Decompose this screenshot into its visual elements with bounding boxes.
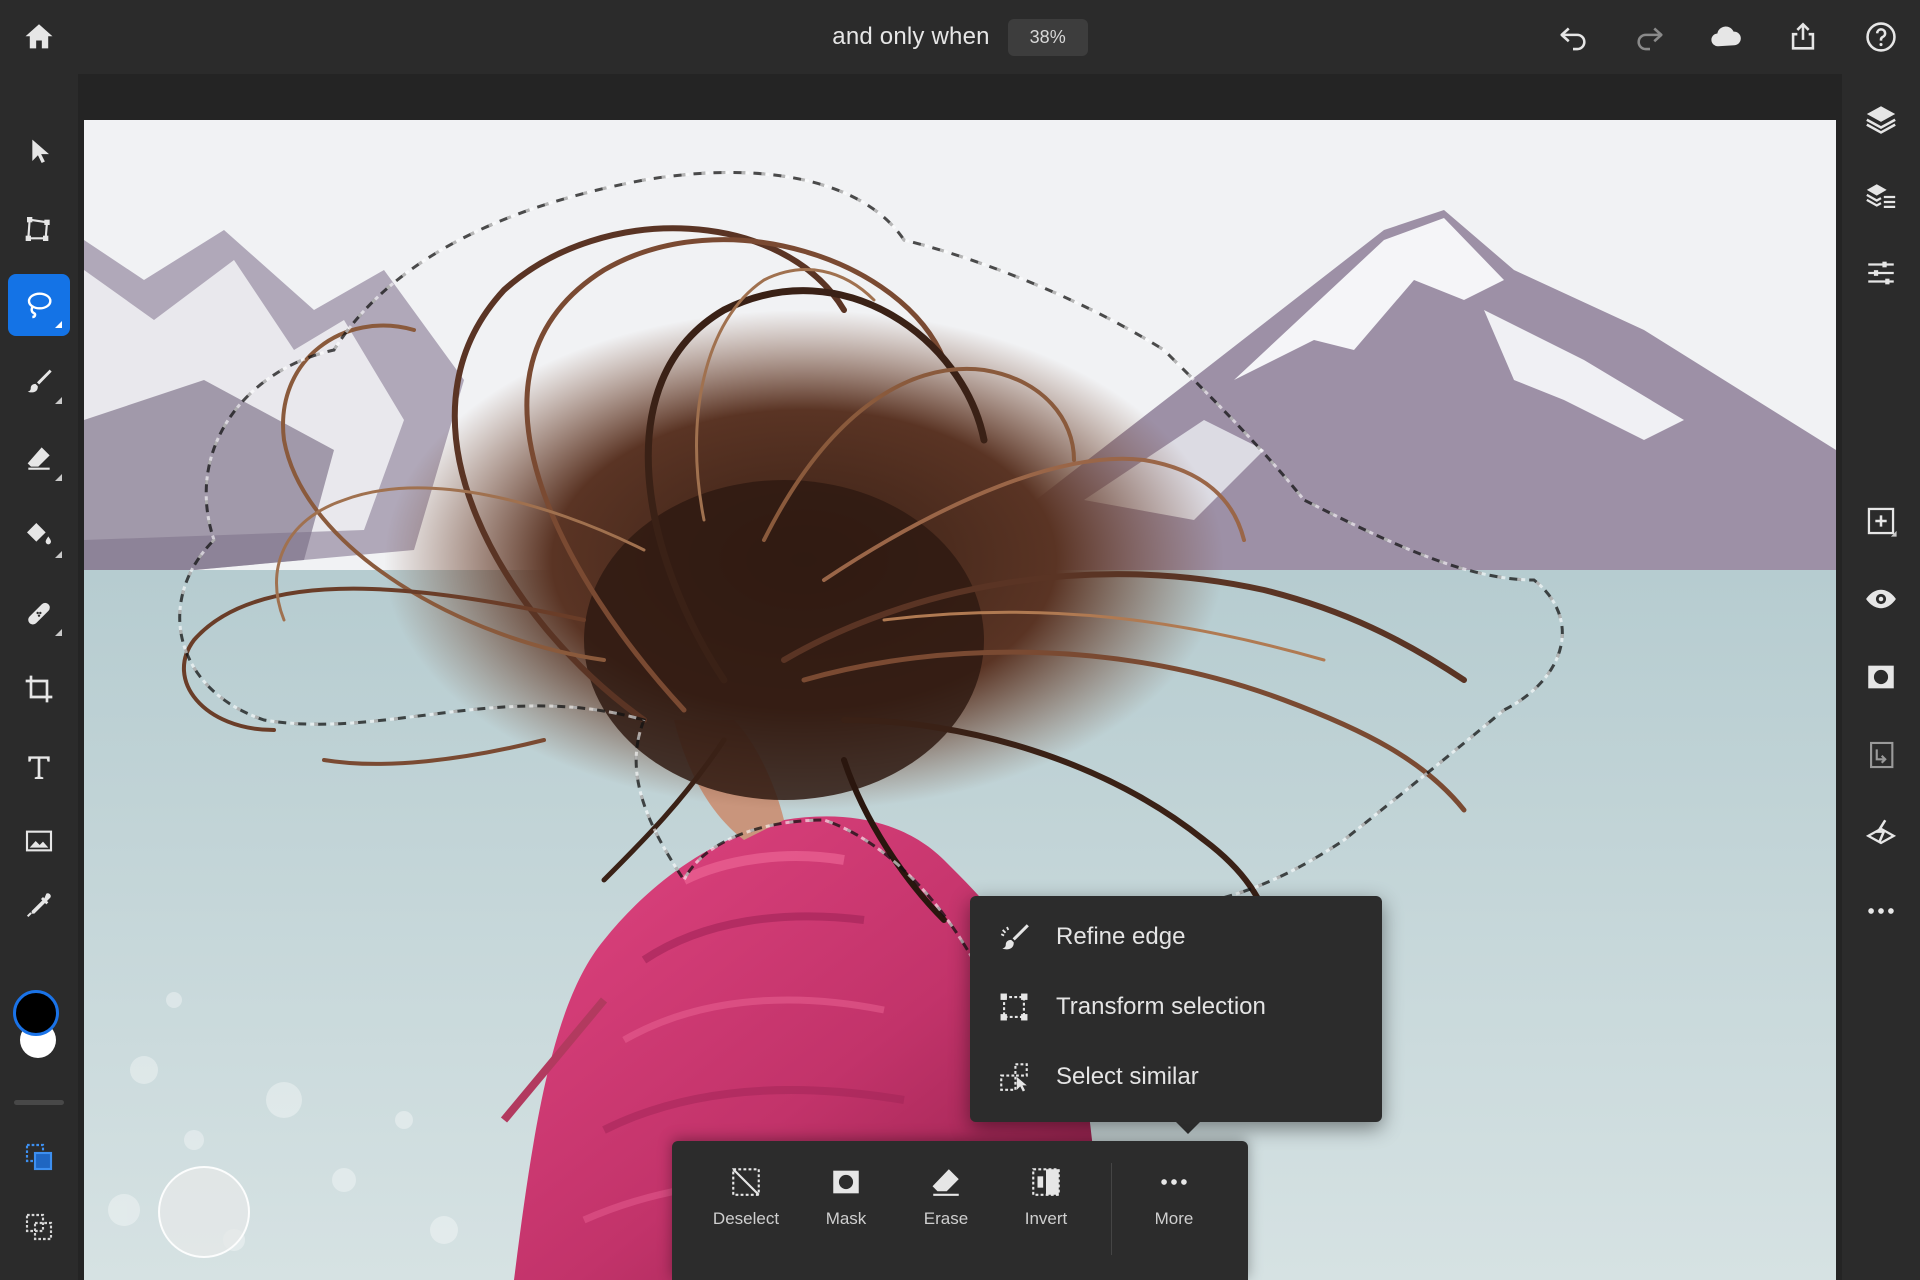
menu-item-select-similar[interactable]: Select similar xyxy=(970,1042,1382,1112)
top-bar: and only when 38% xyxy=(0,0,1920,74)
transform-selection-icon xyxy=(996,989,1032,1025)
erase-button[interactable]: Erase xyxy=(896,1165,996,1255)
eraser-icon xyxy=(27,447,50,470)
task-label: Erase xyxy=(923,1209,969,1228)
task-label: More xyxy=(1154,1209,1194,1228)
properties-icon[interactable] xyxy=(1852,804,1910,862)
undo-icon[interactable] xyxy=(1548,12,1598,62)
right-panel xyxy=(1842,74,1920,1280)
move-tool[interactable] xyxy=(8,120,70,182)
home-icon[interactable] xyxy=(14,12,64,62)
toolbar-divider xyxy=(14,1100,64,1105)
clip-icon[interactable] xyxy=(1852,726,1910,784)
selection-task-bar: Deselect Mask Erase Invert More xyxy=(672,1141,1248,1280)
invert-icon xyxy=(1032,1168,1060,1196)
menu-item-refine-edge[interactable]: Refine edge xyxy=(970,902,1382,972)
brush-refine-icon xyxy=(996,919,1032,955)
select-similar-icon xyxy=(996,1059,1032,1095)
task-label: Invert xyxy=(1024,1209,1068,1228)
submenu-indicator xyxy=(55,551,62,558)
place-image-tool[interactable] xyxy=(8,810,70,872)
left-toolbar xyxy=(0,74,78,1280)
type-icon xyxy=(28,756,50,779)
menu-item-transform-selection[interactable]: Transform selection xyxy=(970,972,1382,1042)
intersect-selection-mode[interactable] xyxy=(8,1266,70,1280)
more-button[interactable]: More xyxy=(1124,1165,1224,1255)
share-icon[interactable] xyxy=(1778,12,1828,62)
deselect-button[interactable]: Deselect xyxy=(696,1165,796,1255)
selection-more-menu: Refine edge Transform selection Select s… xyxy=(970,896,1382,1134)
canvas-photo[interactable] xyxy=(84,120,1836,1280)
more-icon[interactable] xyxy=(1852,882,1910,940)
task-divider xyxy=(1111,1163,1112,1255)
submenu-indicator xyxy=(55,474,62,481)
crop-tool[interactable] xyxy=(8,658,70,720)
lasso-select-tool[interactable] xyxy=(8,274,70,336)
more-icon xyxy=(1161,1179,1187,1185)
invert-button[interactable]: Invert xyxy=(996,1165,1096,1255)
add-selection-mode[interactable] xyxy=(8,1126,70,1188)
submenu-indicator xyxy=(55,629,62,636)
task-label: Mask xyxy=(825,1209,867,1228)
fill-tool[interactable] xyxy=(8,504,70,566)
touch-shortcut-button[interactable] xyxy=(158,1166,250,1258)
add-selection-icon xyxy=(25,1143,53,1171)
erase-icon xyxy=(932,1169,959,1196)
type-tool[interactable] xyxy=(8,736,70,798)
lasso-icon xyxy=(27,292,52,319)
eyedropper-tool[interactable] xyxy=(8,874,70,936)
visibility-icon[interactable] xyxy=(1852,570,1910,628)
cloud-icon[interactable] xyxy=(1701,12,1751,62)
photo-artwork xyxy=(84,120,1836,1280)
healing-tool[interactable] xyxy=(8,582,70,644)
submenu-indicator xyxy=(55,397,62,404)
photoshop-ipad-app: and only when 38% Refine edge Transform … xyxy=(0,0,1920,1280)
eraser-tool[interactable] xyxy=(8,427,70,489)
task-label: Deselect xyxy=(712,1209,780,1228)
mask-icon[interactable] xyxy=(1852,648,1910,706)
mask-icon xyxy=(833,1170,859,1194)
subtract-selection-icon xyxy=(25,1213,53,1241)
crop-icon xyxy=(25,675,53,703)
paint-bucket-icon xyxy=(27,523,51,545)
adjustments-icon[interactable] xyxy=(1852,244,1910,302)
transform-icon xyxy=(25,217,50,241)
menu-item-label: Transform selection xyxy=(1056,993,1266,1020)
redo-icon[interactable] xyxy=(1625,12,1675,62)
brush-tool[interactable] xyxy=(8,350,70,412)
mask-button[interactable]: Mask xyxy=(796,1165,896,1255)
image-icon xyxy=(25,830,53,852)
menu-item-label: Refine edge xyxy=(1056,923,1186,950)
layer-details-icon[interactable] xyxy=(1852,168,1910,226)
add-layer-icon[interactable] xyxy=(1852,492,1910,550)
bandage-icon xyxy=(28,602,50,625)
layers-icon[interactable] xyxy=(1852,90,1910,148)
foreground-color-swatch[interactable] xyxy=(13,990,59,1036)
help-icon[interactable] xyxy=(1856,12,1906,62)
eyedropper-icon xyxy=(26,893,51,918)
subtract-selection-mode[interactable] xyxy=(8,1196,70,1258)
deselect-icon xyxy=(732,1168,760,1196)
zoom-level[interactable]: 38% xyxy=(1007,18,1088,56)
transform-tool[interactable] xyxy=(8,198,70,260)
arrow-icon xyxy=(32,139,49,163)
menu-item-label: Select similar xyxy=(1056,1063,1199,1090)
brush-icon xyxy=(27,369,52,393)
document-name[interactable]: and only when xyxy=(832,23,989,51)
submenu-indicator xyxy=(55,321,62,328)
